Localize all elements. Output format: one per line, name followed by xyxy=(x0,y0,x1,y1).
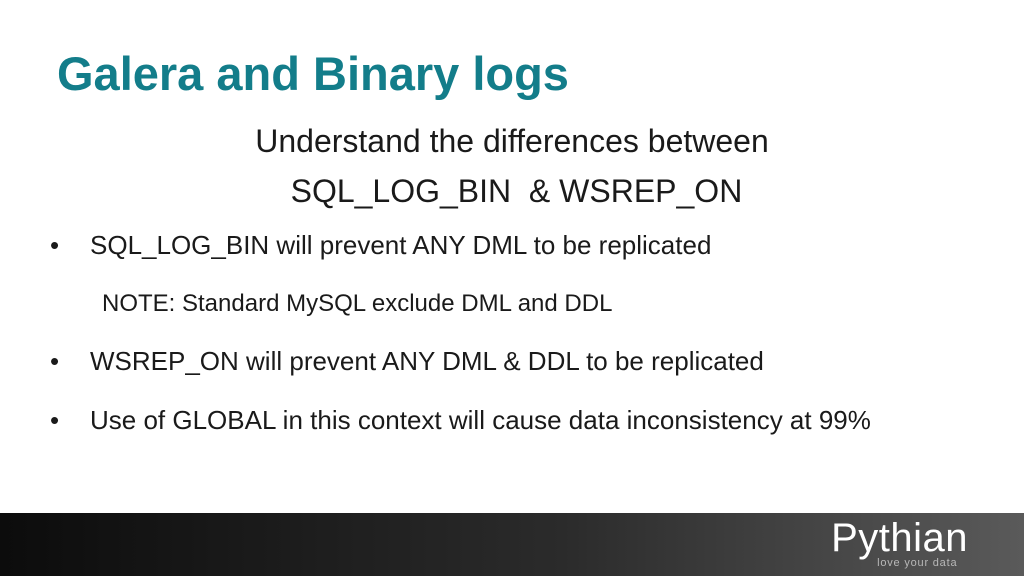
note-text: NOTE: Standard MySQL exclude DML and DDL xyxy=(102,290,613,317)
bullet-list: • SQL_LOG_BIN will prevent ANY DML to be… xyxy=(0,0,1024,500)
bullet-icon: • xyxy=(50,346,60,376)
bullet-text: Use of GLOBAL in this context will cause… xyxy=(90,405,871,435)
bullet-icon: • xyxy=(50,405,60,435)
logo-wordmark: Pythian xyxy=(831,516,968,560)
pythian-logo: Pythian love your data xyxy=(831,516,968,569)
bullet-text: WSREP_ON will prevent ANY DML & DDL to b… xyxy=(90,346,764,376)
bullet-icon: • xyxy=(50,230,60,260)
bullet-text: SQL_LOG_BIN will prevent ANY DML to be r… xyxy=(90,230,712,260)
